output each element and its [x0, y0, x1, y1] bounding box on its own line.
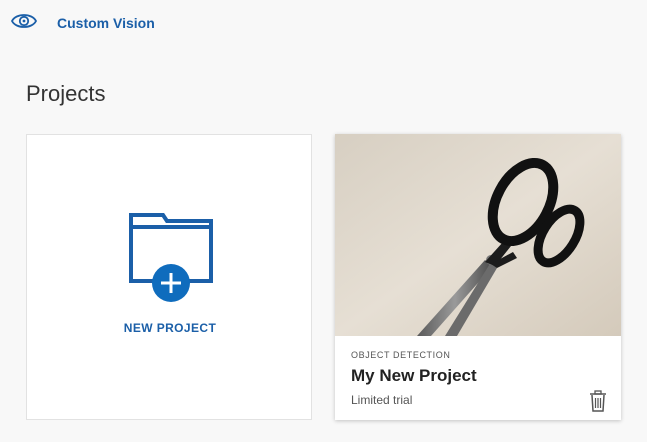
scissors-photo	[335, 134, 621, 336]
project-status: Limited trial	[351, 393, 413, 407]
project-thumbnail	[335, 134, 621, 336]
project-card[interactable]: OBJECT DETECTION My New Project Limited …	[335, 134, 621, 420]
new-project-card[interactable]: NEW PROJECT	[26, 134, 312, 420]
trash-icon[interactable]	[588, 390, 608, 412]
folder-add-icon	[127, 211, 215, 303]
top-header: Custom Vision	[0, 0, 647, 46]
project-name[interactable]: My New Project	[351, 365, 477, 387]
app-root: Custom Vision Projects NEW PROJECT OBJEC…	[0, 0, 647, 442]
eye-icon[interactable]	[10, 10, 38, 32]
page-title: Projects	[26, 81, 106, 106]
new-project-label: NEW PROJECT	[123, 321, 217, 335]
app-title[interactable]: Custom Vision	[57, 14, 155, 32]
project-type: OBJECT DETECTION	[351, 350, 451, 360]
